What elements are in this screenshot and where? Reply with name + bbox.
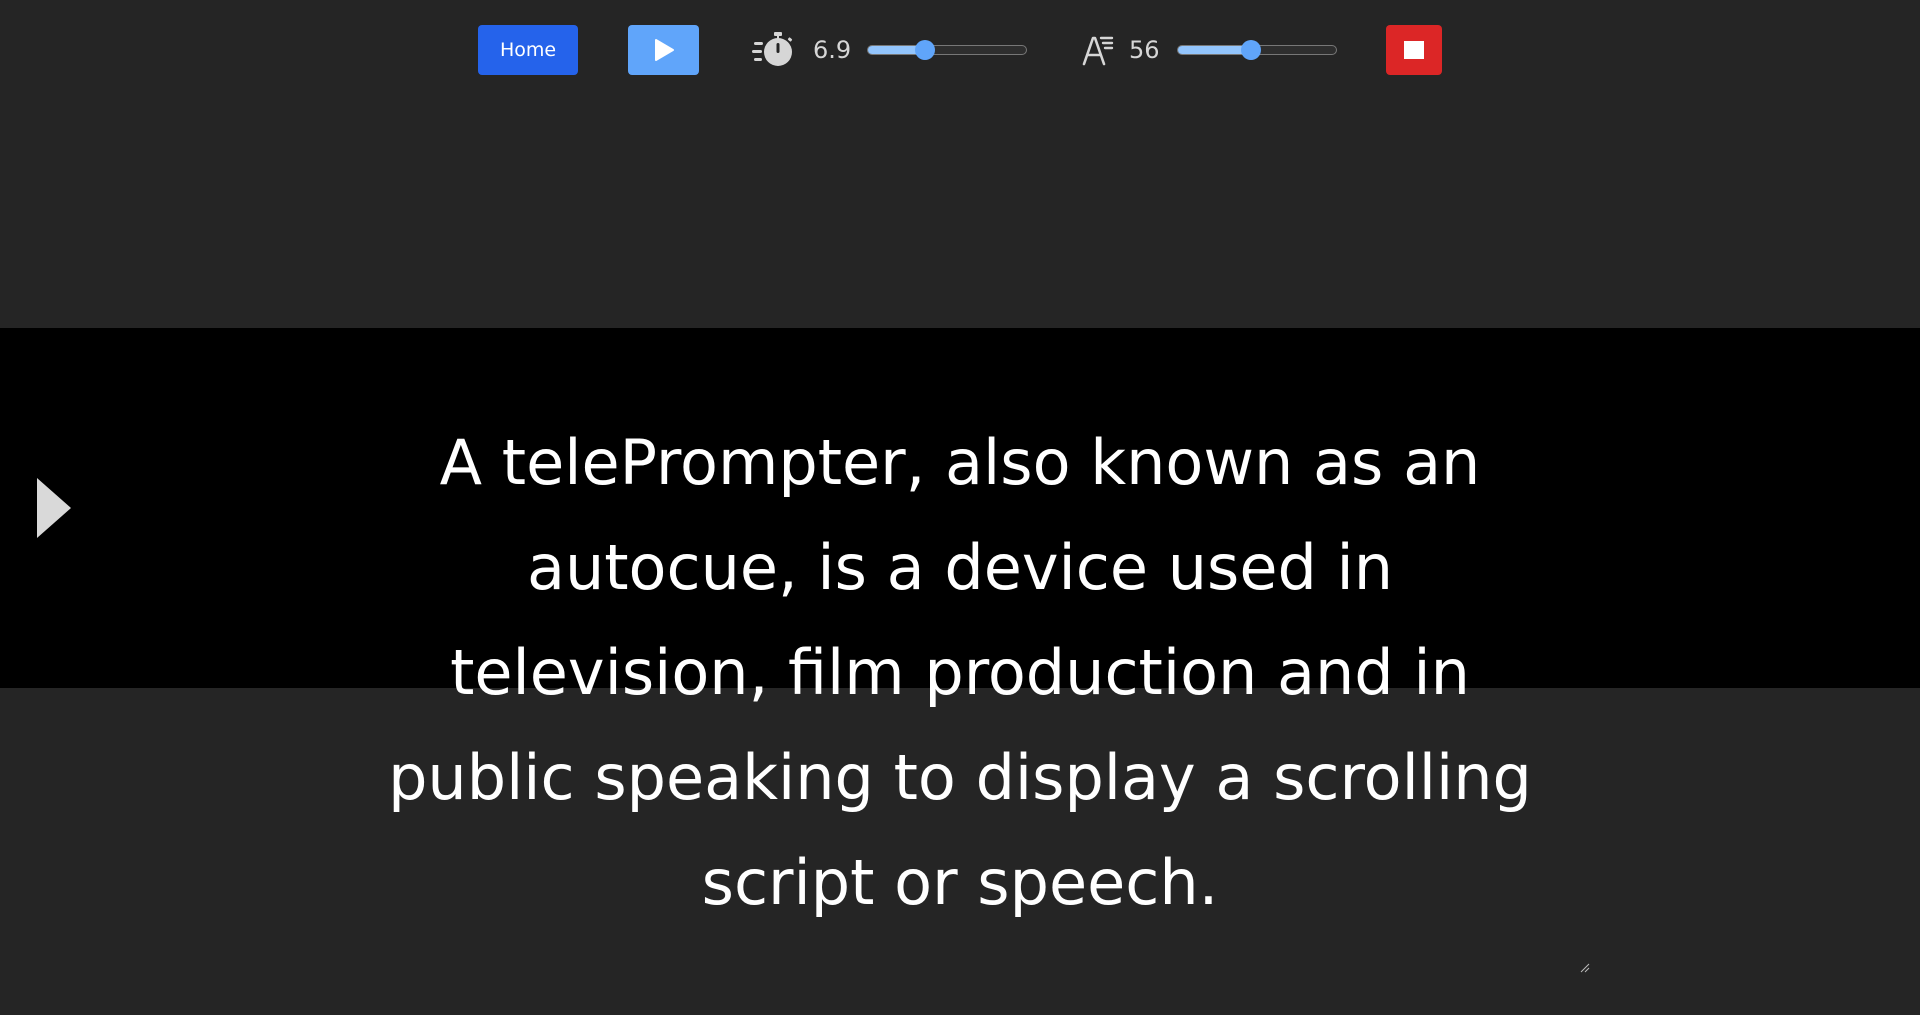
- play-icon: [654, 39, 674, 61]
- teleprompter-page: Home 6.9 56 A telePrompter, also known a…: [0, 0, 1920, 1015]
- script-area[interactable]: A telePrompter, also known as an autocue…: [360, 410, 1560, 950]
- script-text: A telePrompter, also known as an autocue…: [388, 426, 1532, 919]
- toolbar: Home 6.9 56: [0, 25, 1920, 75]
- speed-slider-thumb[interactable]: [914, 40, 935, 60]
- stopwatch-speed-icon: [752, 32, 793, 66]
- font-size-slider[interactable]: [1177, 40, 1337, 60]
- speed-slider[interactable]: [867, 40, 1027, 60]
- font-size-slider-fill: [1178, 46, 1251, 54]
- position-marker-triangle-icon[interactable]: [37, 478, 73, 538]
- font-size-value: 56: [1129, 36, 1160, 64]
- resize-handle-icon[interactable]: [1580, 963, 1590, 973]
- stop-button[interactable]: [1386, 25, 1442, 75]
- stop-icon: [1404, 41, 1424, 59]
- font-size-slider-thumb[interactable]: [1240, 40, 1261, 60]
- font-size-icon: [1082, 36, 1114, 66]
- play-button[interactable]: [628, 25, 699, 75]
- speed-value: 6.9: [813, 36, 852, 64]
- home-button[interactable]: Home: [478, 25, 578, 75]
